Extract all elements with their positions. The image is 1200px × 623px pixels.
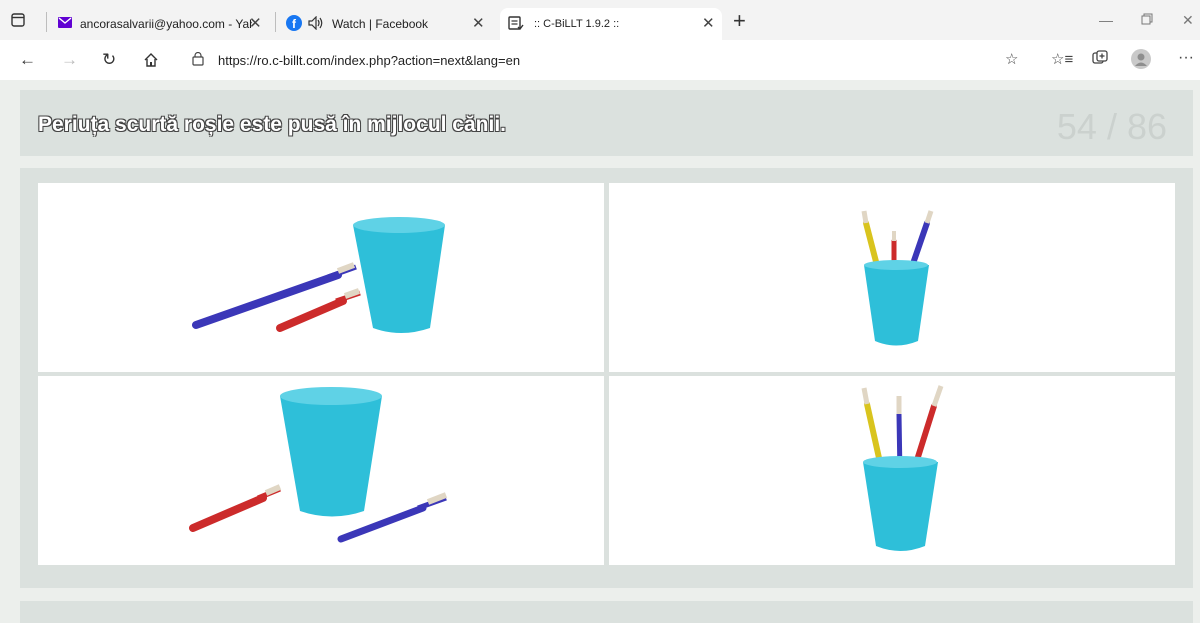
profile-avatar[interactable] xyxy=(1131,49,1151,75)
red-toothbrush xyxy=(189,484,282,532)
tab-separator xyxy=(275,12,276,32)
cup xyxy=(863,456,938,551)
more-icon[interactable]: ··· xyxy=(1178,48,1194,68)
reader-view-icon xyxy=(508,15,524,33)
address-bar[interactable]: https://ro.c-billt.com/index.php?action=… xyxy=(180,46,980,74)
tab-label: ancorasalvarii@yahoo.com - Yah xyxy=(80,17,252,31)
new-tab-button[interactable]: + xyxy=(733,8,746,34)
cup xyxy=(864,260,929,346)
question-header: Periuța scurtă roșie este pusă în mijloc… xyxy=(20,90,1193,156)
progress-counter: 54 / 86 xyxy=(1056,106,1167,147)
cup-between-brushes-image xyxy=(189,387,448,543)
close-icon[interactable]: ✕ xyxy=(249,14,262,32)
choices-panel xyxy=(20,168,1193,588)
footer-panel xyxy=(20,601,1193,623)
collections-icon[interactable] xyxy=(1092,50,1108,72)
back-icon[interactable]: ← xyxy=(19,50,36,70)
choice-bottom-right[interactable] xyxy=(609,376,1175,565)
close-icon[interactable]: ✕ xyxy=(472,14,485,32)
test-page: Periuța scurtă roșie este pusă în mijloc… xyxy=(0,80,1200,623)
speaker-icon[interactable] xyxy=(308,15,324,33)
brushes-in-cup-short-red-image xyxy=(861,210,934,346)
toothbrushes-beside-cup-image xyxy=(192,217,445,333)
brushes-in-cup-long-red-image xyxy=(861,385,944,551)
choice-top-left[interactable] xyxy=(38,183,604,372)
tab-label: Watch | Facebook xyxy=(332,17,429,31)
add-favorite-icon[interactable]: ☆ xyxy=(1005,50,1018,70)
favorites-icon[interactable]: ☆≡ xyxy=(1051,50,1073,70)
url-text: https://ro.c-billt.com/index.php?action=… xyxy=(218,52,521,68)
tab-facebook[interactable]: f Watch | Facebook ✕ xyxy=(282,8,494,40)
cup xyxy=(280,387,382,517)
forward-icon[interactable]: → xyxy=(61,50,78,70)
tab-separator xyxy=(46,12,47,32)
cup xyxy=(353,217,445,333)
refresh-icon[interactable]: ↻ xyxy=(102,50,116,70)
close-window-icon[interactable]: ✕ xyxy=(1182,12,1194,29)
mail-icon xyxy=(58,17,72,31)
minimize-icon[interactable]: — xyxy=(1099,12,1113,28)
site-info-icon[interactable] xyxy=(192,51,204,69)
red-toothbrush xyxy=(276,288,361,332)
question-sentence: Periuța scurtă roșie este pusă în mijloc… xyxy=(38,113,506,136)
choice-bottom-left[interactable] xyxy=(38,376,604,565)
blue-toothbrush xyxy=(192,262,357,329)
home-icon[interactable] xyxy=(143,50,159,73)
tab-actions-icon[interactable] xyxy=(11,13,25,32)
tab-c-billt[interactable]: :: C-BiLLT 1.9.2 :: ✕ xyxy=(500,8,722,40)
browser-toolbar: ← → ↻ https://ro.c-billt.com/index.php?a… xyxy=(0,40,1200,80)
browser-tab-strip: ancorasalvarii@yahoo.com - Yah ✕ f Watch… xyxy=(0,0,1200,40)
facebook-icon: f xyxy=(286,14,302,34)
tab-label: :: C-BiLLT 1.9.2 :: xyxy=(534,18,620,30)
tab-yahoo-mail[interactable]: ancorasalvarii@yahoo.com - Yah ✕ xyxy=(54,8,269,40)
restore-icon[interactable] xyxy=(1141,12,1153,28)
close-icon[interactable]: ✕ xyxy=(702,14,715,32)
choice-top-right[interactable] xyxy=(609,183,1175,372)
